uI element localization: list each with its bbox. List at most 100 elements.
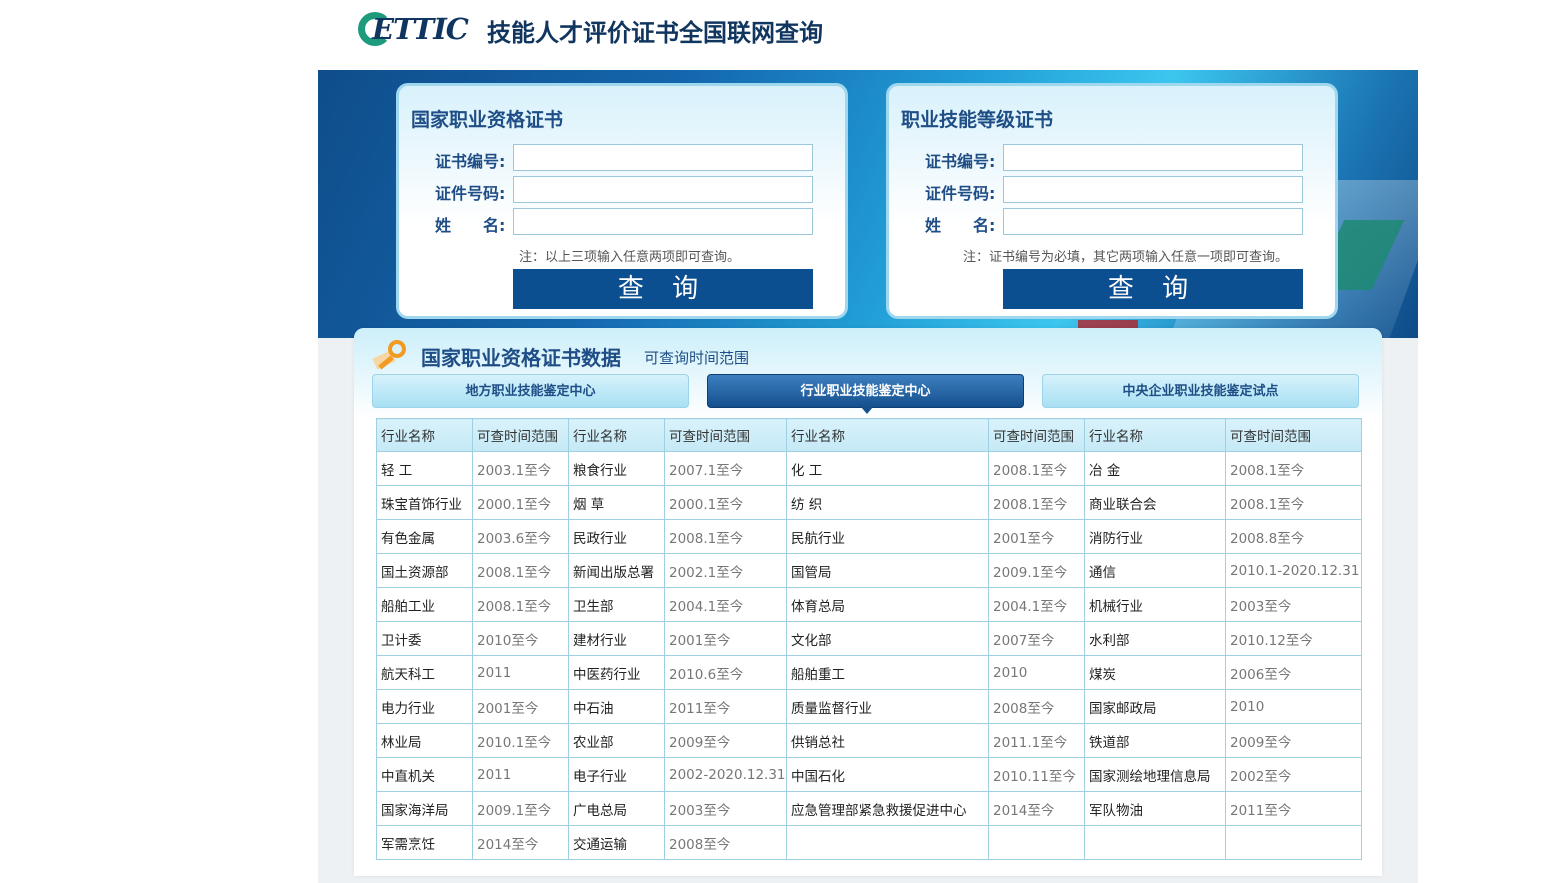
industry-range-table: 行业名称 可查时间范围 行业名称 可查时间范围 行业名称 可查时间范围 行业名称… [376, 418, 1362, 860]
column-header: 行业名称 [786, 418, 989, 452]
query-box-title: 国家职业资格证书 [411, 109, 564, 131]
time-range: 2008至今 [664, 825, 787, 860]
industry-name: 煤炭 [1084, 655, 1226, 690]
name-label: 姓 名: [925, 216, 996, 235]
table-row: 卫计委 2010至今 建材行业 2001至今 文化部 2007至今 水利部 20… [376, 621, 1362, 656]
industry-name: 船舶重工 [786, 655, 989, 690]
time-range: 2008.1至今 [988, 451, 1085, 486]
id-number-input[interactable] [1003, 176, 1303, 203]
column-header: 可查时间范围 [988, 418, 1085, 452]
time-range: 2000.1至今 [664, 485, 787, 520]
industry-name: 林业局 [376, 723, 473, 758]
cert-number-label: 证书编号: [925, 152, 996, 171]
magnifier-icon [372, 340, 414, 374]
time-range: 2006至今 [1225, 655, 1362, 690]
time-range: 2010 [988, 655, 1085, 690]
industry-name: 民政行业 [568, 519, 665, 554]
section-subtitle: 可查询时间范围 [644, 349, 750, 367]
time-range: 2003.1至今 [472, 451, 569, 486]
name-label: 姓 名: [435, 216, 506, 235]
industry-name: 轻 工 [376, 451, 473, 486]
time-range: 2010至今 [472, 621, 569, 656]
tab-central-enterprise-pilots[interactable]: 中央企业职业技能鉴定试点 [1042, 374, 1359, 408]
industry-name: 新闻出版总署 [568, 553, 665, 588]
industry-name: 应急管理部紧急救援促进中心 [786, 791, 989, 826]
time-range: 2007至今 [988, 621, 1085, 656]
query-button[interactable]: 查 询 [1003, 269, 1303, 309]
industry-name: 供销总社 [786, 723, 989, 758]
table-row: 电力行业 2001至今 中石油 2011至今 质量监督行业 2008至今 国家邮… [376, 689, 1362, 724]
query-box-title: 职业技能等级证书 [901, 109, 1054, 131]
tab-local-centers[interactable]: 地方职业技能鉴定中心 [372, 374, 689, 408]
industry-name: 商业联合会 [1084, 485, 1226, 520]
table-row: 船舶工业 2008.1至今 卫生部 2004.1至今 体育总局 2004.1至今… [376, 587, 1362, 622]
time-range: 2010 [1225, 689, 1362, 724]
national-cert-query-box: 国家职业资格证书 证书编号: 证件号码: 姓 名: 注：以上三项输入任意两项即可… [396, 83, 848, 319]
time-range: 2008.8至今 [1225, 519, 1362, 554]
industry-name: 船舶工业 [376, 587, 473, 622]
query-button[interactable]: 查 询 [513, 269, 813, 309]
industry-name: 交通运输 [568, 825, 665, 860]
time-range: 2014至今 [472, 825, 569, 860]
name-input[interactable] [513, 208, 813, 235]
table-row: 军需烹饪 2014至今 交通运输 2008至今 [376, 825, 1362, 860]
industry-name [786, 825, 989, 860]
cert-number-input[interactable] [513, 144, 813, 171]
section-title: 国家职业资格证书数据 [421, 346, 621, 370]
time-range: 2010.12至今 [1225, 621, 1362, 656]
time-range: 2010.6至今 [664, 655, 787, 690]
industry-name: 机械行业 [1084, 587, 1226, 622]
industry-name: 电力行业 [376, 689, 473, 724]
time-range [988, 825, 1085, 860]
industry-name: 有色金属 [376, 519, 473, 554]
time-range: 2001至今 [472, 689, 569, 724]
table-row: 珠宝首饰行业 2000.1至今 烟 草 2000.1至今 纺 织 2008.1至… [376, 485, 1362, 520]
time-range: 2011至今 [664, 689, 787, 724]
column-header: 可查时间范围 [1225, 418, 1362, 452]
industry-name: 国管局 [786, 553, 989, 588]
time-range: 2008至今 [988, 689, 1085, 724]
name-input[interactable] [1003, 208, 1303, 235]
industry-name: 中国石化 [786, 757, 989, 792]
industry-name: 铁道部 [1084, 723, 1226, 758]
industry-name: 卫生部 [568, 587, 665, 622]
time-range: 2008.1至今 [1225, 451, 1362, 486]
cert-number-input[interactable] [1003, 144, 1303, 171]
time-range: 2011 [472, 757, 569, 792]
tab-industry-centers[interactable]: 行业职业技能鉴定中心 [707, 374, 1024, 414]
time-range: 2000.1至今 [472, 485, 569, 520]
time-range: 2009.1至今 [988, 553, 1085, 588]
time-range: 2010.1至今 [472, 723, 569, 758]
time-range: 2002-2020.12.31 [664, 757, 787, 792]
table-row: 林业局 2010.1至今 农业部 2009至今 供销总社 2011.1至今 铁道… [376, 723, 1362, 758]
time-range: 2003至今 [1225, 587, 1362, 622]
time-range: 2008.1至今 [472, 587, 569, 622]
logo-text: ETTIC [372, 12, 469, 46]
ettic-logo[interactable]: ETTIC [358, 10, 476, 50]
industry-name: 民航行业 [786, 519, 989, 554]
column-header: 可查时间范围 [472, 418, 569, 452]
industry-name: 国土资源部 [376, 553, 473, 588]
time-range: 2001至今 [988, 519, 1085, 554]
table-row: 有色金属 2003.6至今 民政行业 2008.1至今 民航行业 2001至今 … [376, 519, 1362, 554]
industry-name: 国家邮政局 [1084, 689, 1226, 724]
industry-name: 广电总局 [568, 791, 665, 826]
time-range: 2002至今 [1225, 757, 1362, 792]
industry-name: 纺 织 [786, 485, 989, 520]
industry-name: 卫计委 [376, 621, 473, 656]
industry-name: 质量监督行业 [786, 689, 989, 724]
industry-name: 通信 [1084, 553, 1226, 588]
id-number-label: 证件号码: [435, 184, 506, 203]
industry-name: 军需烹饪 [376, 825, 473, 860]
id-number-input[interactable] [513, 176, 813, 203]
industry-name: 中石油 [568, 689, 665, 724]
industry-name: 国家测绘地理信息局 [1084, 757, 1226, 792]
query-note: 注：证书编号为必填，其它两项输入任意一项即可查询。 [963, 250, 1289, 265]
industry-name: 水利部 [1084, 621, 1226, 656]
industry-name: 体育总局 [786, 587, 989, 622]
table-header-row: 行业名称 可查时间范围 行业名称 可查时间范围 行业名称 可查时间范围 行业名称… [376, 418, 1362, 452]
industry-name: 冶 金 [1084, 451, 1226, 486]
column-header: 行业名称 [376, 418, 473, 452]
skill-level-cert-query-box: 职业技能等级证书 证书编号: 证件号码: 姓 名: 注：证书编号为必填，其它两项… [886, 83, 1338, 319]
industry-name: 珠宝首饰行业 [376, 485, 473, 520]
